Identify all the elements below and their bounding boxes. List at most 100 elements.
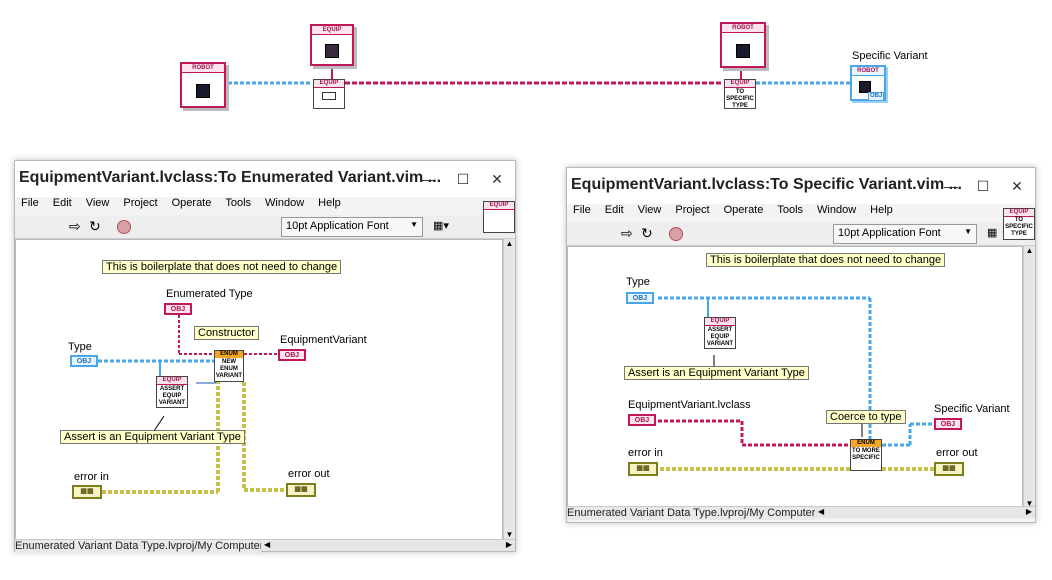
- font-value: 10pt Application Font: [838, 227, 941, 239]
- window-title: EquipmentVariant.lvclass:To Specific Var…: [571, 176, 962, 193]
- error-in-control[interactable]: ▦▦: [628, 462, 658, 476]
- run-arrow-icon[interactable]: ⇨: [69, 218, 81, 235]
- horizontal-scrollbar[interactable]: ◀ ▶: [815, 506, 1035, 518]
- equipment-variant-lvclass-control[interactable]: OBJ: [628, 414, 656, 426]
- menu-help[interactable]: Help: [318, 197, 341, 209]
- menu-operate[interactable]: Operate: [724, 204, 764, 216]
- assert-equip-variant-node[interactable]: EQUIP ASSERT EQUIP VARIANT: [156, 376, 188, 408]
- block-diagram[interactable]: This is boilerplate that does not need t…: [567, 246, 1023, 508]
- menu-window[interactable]: Window: [265, 197, 304, 209]
- robot-constant-2[interactable]: ROBOT: [720, 22, 766, 68]
- boilerplate-note: This is boilerplate that does not need t…: [102, 260, 342, 274]
- menu-view[interactable]: View: [638, 204, 662, 216]
- specific-variant-label: Specific Variant: [852, 50, 928, 62]
- close-button[interactable]: ✕: [485, 167, 509, 191]
- specific-variant-label: Specific Variant: [934, 403, 1010, 415]
- error-in-control[interactable]: ▦▦: [72, 485, 102, 499]
- menu-window[interactable]: Window: [817, 204, 856, 216]
- enumerated-type-control[interactable]: OBJ: [164, 303, 192, 315]
- menu-project[interactable]: Project: [675, 204, 709, 216]
- cube-icon: [325, 44, 339, 58]
- assert-equip-variant-node[interactable]: EQUIP ASSERT EQUIP VARIANT: [704, 317, 736, 349]
- equipment-variant-indicator[interactable]: OBJ: [278, 349, 306, 361]
- menu-operate[interactable]: Operate: [172, 197, 212, 209]
- maximize-button[interactable]: ☐: [451, 167, 475, 191]
- project-path: Enumerated Variant Data Type.lvproj/My C…: [15, 539, 264, 553]
- cube-icon: [736, 44, 750, 58]
- menu-view[interactable]: View: [86, 197, 110, 209]
- cube-icon: [196, 84, 210, 98]
- variant-icon: [322, 92, 336, 100]
- minimize-button[interactable]: —: [417, 167, 441, 191]
- menu-file[interactable]: File: [21, 197, 39, 209]
- assert-note: Assert is an Equipment Variant Type: [624, 366, 809, 380]
- scroll-down-icon[interactable]: ▼: [504, 530, 515, 539]
- obj-tag: OBJ: [868, 92, 885, 101]
- vi-icon: EQUIP: [483, 201, 515, 233]
- font-selector[interactable]: 10pt Application Font ▼: [281, 217, 423, 237]
- equip-class-constant[interactable]: EQUIP: [310, 24, 354, 66]
- node-text: ASSERT EQUIP VARIANT: [158, 386, 186, 406]
- specific-variant-indicator[interactable]: ROBOT OBJ: [850, 65, 886, 101]
- vertical-scrollbar[interactable]: ▲ ▼: [1023, 246, 1035, 508]
- scroll-left-icon[interactable]: ◀: [264, 540, 270, 549]
- error-out-indicator[interactable]: ▦▦: [286, 483, 316, 497]
- run-continuously-icon[interactable]: ↻: [641, 225, 653, 242]
- align-icon[interactable]: ▦: [987, 226, 997, 239]
- minimize-button[interactable]: —: [939, 174, 963, 198]
- menu-file[interactable]: File: [573, 204, 591, 216]
- title-bar: EquipmentVariant.lvclass:To Enumerated V…: [15, 161, 515, 197]
- new-enum-variant-node[interactable]: ENUM NEW ENUM VARIANT: [214, 350, 244, 382]
- scroll-right-icon[interactable]: ▶: [1026, 507, 1032, 516]
- robot-constant-1[interactable]: ROBOT: [180, 62, 226, 108]
- scroll-up-icon[interactable]: ▲: [504, 239, 515, 248]
- menu-tools[interactable]: Tools: [777, 204, 803, 216]
- equip-label: EQUIP: [312, 26, 352, 35]
- horizontal-scrollbar[interactable]: ◀ ▶: [261, 539, 515, 551]
- run-continuously-icon[interactable]: ↻: [89, 218, 101, 235]
- to-more-specific-node[interactable]: ENUM TO MORE SPECIFIC: [850, 439, 882, 471]
- assert-note: Assert is an Equipment Variant Type: [60, 430, 245, 444]
- node-text: TO SPECIFIC TYPE: [726, 89, 754, 109]
- menu-project[interactable]: Project: [123, 197, 157, 209]
- error-out-label: error out: [288, 468, 330, 480]
- node-header: ENUM: [851, 440, 881, 447]
- menu-edit[interactable]: Edit: [53, 197, 72, 209]
- scroll-right-icon[interactable]: ▶: [506, 540, 512, 549]
- block-diagram[interactable]: This is boilerplate that does not need t…: [15, 239, 503, 541]
- font-selector[interactable]: 10pt Application Font ▼: [833, 224, 977, 244]
- toolbar: ⇨ ↻ 10pt Application Font ▼ ▦: [567, 222, 1035, 246]
- vi-icon-header: EQUIP: [484, 202, 514, 210]
- maximize-button[interactable]: ☐: [971, 174, 995, 198]
- type-label: Type: [626, 276, 650, 288]
- error-in-label: error in: [74, 471, 109, 483]
- constructor-note: Constructor: [194, 326, 259, 340]
- type-control[interactable]: OBJ: [70, 355, 98, 367]
- chevron-down-icon: ▼: [964, 227, 972, 236]
- to-specific-type-node[interactable]: EQUIP TO SPECIFIC TYPE: [724, 79, 756, 109]
- type-label: Type: [68, 341, 92, 353]
- font-value: 10pt Application Font: [286, 220, 389, 232]
- close-button[interactable]: ✕: [1005, 174, 1029, 198]
- vertical-scrollbar[interactable]: ▲ ▼: [503, 239, 515, 539]
- node-header: EQUIP: [157, 377, 187, 385]
- scroll-left-icon[interactable]: ◀: [818, 507, 824, 516]
- vi-icon-text: TO SPECIFIC TYPE: [1005, 217, 1033, 237]
- to-more-generic-node[interactable]: EQUIP: [313, 79, 345, 109]
- type-control[interactable]: OBJ: [626, 292, 654, 304]
- vi-icon: EQUIP TO SPECIFIC TYPE: [1003, 208, 1035, 240]
- project-path: Enumerated Variant Data Type.lvproj/My C…: [567, 506, 816, 520]
- scroll-up-icon[interactable]: ▲: [1024, 246, 1035, 255]
- specific-variant-indicator[interactable]: OBJ: [934, 418, 962, 430]
- menu-help[interactable]: Help: [870, 204, 893, 216]
- abort-icon[interactable]: [669, 227, 683, 241]
- align-icon[interactable]: ▦▾: [433, 219, 449, 232]
- run-arrow-icon[interactable]: ⇨: [621, 225, 633, 242]
- chevron-down-icon: ▼: [410, 220, 418, 229]
- menu-tools[interactable]: Tools: [225, 197, 251, 209]
- menu-edit[interactable]: Edit: [605, 204, 624, 216]
- abort-icon[interactable]: [117, 220, 131, 234]
- title-bar: EquipmentVariant.lvclass:To Specific Var…: [567, 168, 1035, 204]
- error-out-indicator[interactable]: ▦▦: [934, 462, 964, 476]
- error-in-label: error in: [628, 447, 663, 459]
